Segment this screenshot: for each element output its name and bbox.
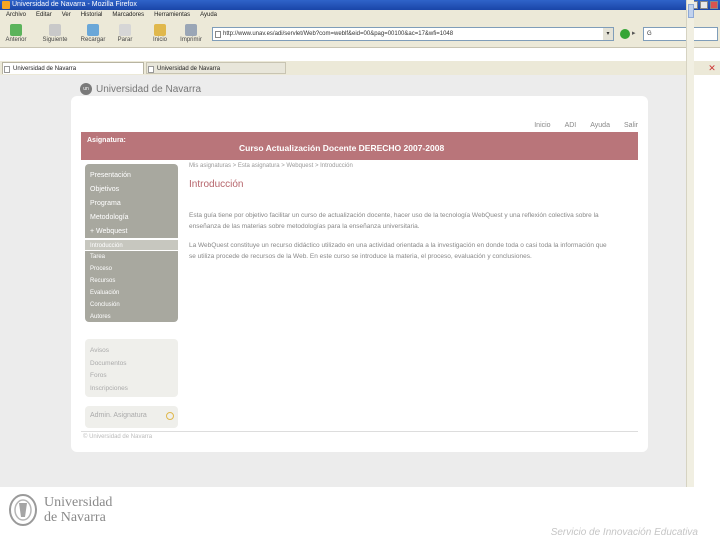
go-arrow-icon[interactable]: ▸ bbox=[632, 29, 636, 37]
sidebar-subitem-tarea[interactable]: Tarea bbox=[85, 251, 178, 263]
search-input[interactable]: G bbox=[643, 27, 718, 41]
footer-divider bbox=[81, 431, 638, 432]
forward-button[interactable]: Siguiente bbox=[40, 24, 70, 43]
sidebar-item-foros[interactable]: Foros bbox=[85, 370, 178, 383]
sidebar-subitem-conclusion[interactable]: Conclusión bbox=[85, 299, 178, 311]
address-bar[interactable]: http://www.unav.es/adi/servlet/Web?com=w… bbox=[212, 27, 614, 41]
top-nav-inicio[interactable]: Inicio bbox=[534, 122, 550, 129]
window-title: Universidad de Navarra - Mozilla Firefox bbox=[12, 1, 137, 8]
menu-item-herramientas[interactable]: Herramientas bbox=[154, 10, 190, 21]
sidebar-subitem-autores[interactable]: Autores bbox=[85, 311, 178, 323]
menu-item-archivo[interactable]: Archivo bbox=[6, 10, 26, 21]
course-banner: Asignatura: Curso Actualización Docente … bbox=[81, 132, 638, 160]
forward-arrow-icon bbox=[49, 24, 61, 36]
tools-sidebar: Avisos Documentos Foros Inscripciones bbox=[85, 339, 178, 397]
footer-logo-line-2: de Navarra bbox=[44, 510, 106, 525]
university-logo: Universidad de Navarra bbox=[8, 493, 112, 527]
sidebar-item-objetivos[interactable]: Objetivos bbox=[85, 183, 178, 197]
back-arrow-icon bbox=[10, 24, 22, 36]
university-seal-icon bbox=[9, 494, 37, 526]
sidebar-item-presentacion[interactable]: Presentación bbox=[85, 169, 178, 183]
menu-item-ayuda[interactable]: Ayuda bbox=[200, 10, 217, 21]
page-icon bbox=[215, 31, 221, 38]
sidebar-subitem-introduccion[interactable]: Introducción bbox=[85, 239, 178, 251]
logo-badge: un bbox=[80, 83, 92, 95]
sidebar-item-avisos[interactable]: Avisos bbox=[85, 345, 178, 358]
address-url: http://www.unav.es/adi/servlet/Web?com=w… bbox=[223, 31, 454, 37]
tab-bar: Universidad de Navarra Universidad de Na… bbox=[0, 61, 720, 75]
reload-icon bbox=[87, 24, 99, 36]
menu-item-ver[interactable]: Ver bbox=[62, 10, 71, 21]
intro-paragraph-1: Esta guía tiene por objetivo facilitar u… bbox=[189, 212, 599, 230]
reload-button[interactable]: Recargar bbox=[78, 24, 108, 43]
vertical-scrollbar[interactable] bbox=[686, 0, 694, 487]
sidebar-item-documentos[interactable]: Documentos bbox=[85, 358, 178, 371]
menu-item-editar[interactable]: Editar bbox=[36, 10, 52, 21]
chevron-down-icon[interactable]: ▾ bbox=[603, 28, 613, 40]
firefox-icon bbox=[2, 1, 10, 9]
home-button[interactable]: Inicio bbox=[145, 24, 175, 43]
tab-universidad[interactable]: Universidad de Navarra bbox=[146, 62, 286, 74]
navigation-toolbar: Anterior Siguiente Recargar Parar Inicio… bbox=[0, 21, 720, 48]
top-nav-ayuda[interactable]: Ayuda bbox=[590, 122, 610, 129]
footer-logo-line-1: Universidad bbox=[44, 495, 113, 510]
close-tab-icon[interactable]: ✕ bbox=[707, 63, 717, 73]
top-nav: Inicio ADI Ayuda Salir bbox=[534, 122, 638, 129]
banner-label: Asignatura: bbox=[87, 137, 126, 144]
sidebar-subitem-recursos[interactable]: Recursos bbox=[85, 275, 178, 287]
course-sidebar: Presentación Objetivos Programa Metodolo… bbox=[85, 164, 178, 322]
stop-icon bbox=[119, 24, 131, 36]
menu-item-marcadores[interactable]: Marcadores bbox=[112, 10, 144, 21]
service-label: Servicio de Innovación Educativa bbox=[550, 527, 698, 538]
scrollbar-thumb[interactable] bbox=[688, 4, 694, 18]
back-button[interactable]: Anterior bbox=[1, 24, 31, 43]
lock-icon bbox=[166, 412, 174, 420]
window-controls bbox=[690, 1, 718, 9]
page-icon bbox=[148, 66, 154, 73]
card-footer: © Universidad de Navarra bbox=[83, 434, 153, 440]
page-title: Introducción bbox=[189, 179, 244, 190]
footer-logo-text: Universidad de Navarra bbox=[44, 495, 112, 525]
close-window-button[interactable] bbox=[710, 1, 718, 9]
tab-universidad-active[interactable]: Universidad de Navarra bbox=[2, 62, 144, 74]
top-nav-salir[interactable]: Salir bbox=[624, 122, 638, 129]
sidebar-subitem-proceso[interactable]: Proceso bbox=[85, 263, 178, 275]
maximize-button[interactable] bbox=[700, 1, 708, 9]
sidebar-subitem-evaluacion[interactable]: Evaluación bbox=[85, 287, 178, 299]
go-icon[interactable] bbox=[620, 29, 630, 39]
sidebar-item-metodologia[interactable]: Metodología bbox=[85, 211, 178, 225]
search-engine-label: G bbox=[647, 31, 652, 37]
page-card: Inicio ADI Ayuda Salir Asignatura: Curso… bbox=[71, 96, 648, 452]
top-nav-adi[interactable]: ADI bbox=[565, 122, 577, 129]
print-button[interactable]: Imprimir bbox=[176, 24, 206, 43]
breadcrumb[interactable]: Mis asignaturas > Esta asignatura > Webq… bbox=[189, 163, 353, 169]
menu-item-historial[interactable]: Historial bbox=[81, 10, 103, 21]
site-logo[interactable]: un Universidad de Navarra bbox=[80, 83, 201, 95]
window-titlebar: Universidad de Navarra - Mozilla Firefox bbox=[0, 0, 720, 10]
logo-text: Universidad de Navarra bbox=[96, 83, 202, 95]
menu-bar: Archivo Editar Ver Historial Marcadores … bbox=[0, 10, 720, 21]
intro-paragraph-2: La WebQuest constituye un recurso didáct… bbox=[189, 242, 607, 260]
sidebar-item-programa[interactable]: Programa bbox=[85, 197, 178, 211]
sidebar-item-inscripciones[interactable]: Inscripciones bbox=[85, 383, 178, 396]
home-icon bbox=[154, 24, 166, 36]
course-title: Curso Actualización Docente DERECHO 2007… bbox=[239, 143, 445, 153]
sidebar-item-webquest[interactable]: + Webquest bbox=[85, 225, 178, 239]
admin-label: Admin. Asignatura bbox=[90, 412, 147, 419]
printer-icon bbox=[185, 24, 197, 36]
page-icon bbox=[4, 66, 10, 73]
stop-button[interactable]: Parar bbox=[110, 24, 140, 43]
admin-panel[interactable]: Admin. Asignatura bbox=[85, 406, 178, 428]
